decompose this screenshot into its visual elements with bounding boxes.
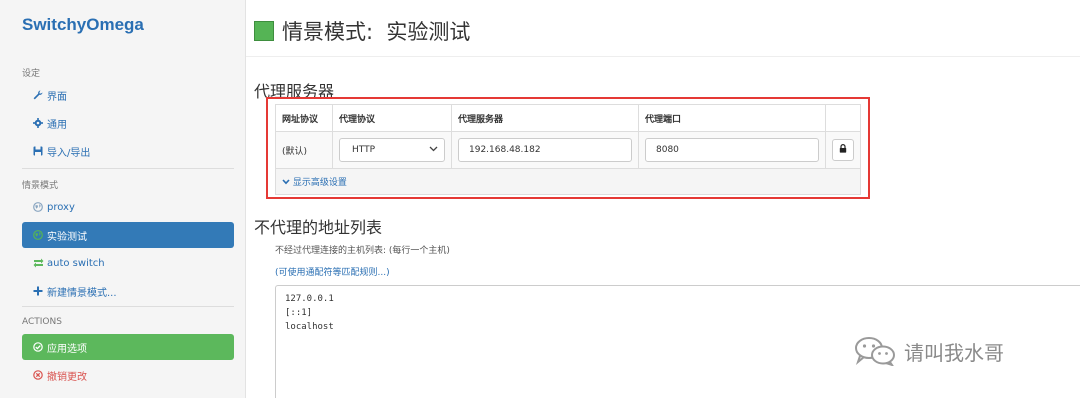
chevron-down-icon (282, 178, 293, 188)
discard-button[interactable]: 撤销更改 (22, 362, 234, 388)
sidebar-item-label: auto switch (47, 257, 105, 269)
divider (22, 306, 234, 307)
proxy-port-input[interactable]: 8080 (645, 138, 819, 162)
new-profile-label: 新建情景模式... (47, 287, 117, 299)
sidebar-item-general[interactable]: 通用 (22, 110, 234, 136)
lock-icon (839, 144, 847, 156)
bypass-help-text: 不经过代理连接的主机列表: (每行一个主机) (275, 246, 450, 256)
globe-icon (32, 229, 44, 241)
table-row: (默认) HTTP 192.168.48.182 8080 (275, 131, 861, 169)
sidebar: SwitchyOmega 设定 界面 通用 导入/导出 情景模式 proxy 实… (0, 0, 246, 398)
sidebar-item-label: 实验测试 (47, 231, 87, 243)
gear-icon (32, 117, 44, 129)
column-header: 网址协议 (275, 104, 333, 132)
sidebar-item-label: proxy (47, 201, 75, 213)
profiles-header: 情景模式 (22, 181, 59, 191)
globe-icon (32, 201, 44, 213)
table-header-row: 网址协议 代理协议 代理服务器 代理端口 (275, 104, 861, 132)
page-header: 情景模式: 实验测试 (254, 16, 470, 46)
bypass-section-title: 不代理的地址列表 (254, 218, 383, 237)
wildcard-rules-link[interactable]: (可使用通配符等匹配规则...) (275, 265, 390, 278)
sidebar-item-interface[interactable]: 界面 (22, 82, 234, 108)
wechat-logo-icon (854, 336, 896, 367)
advanced-cell: 显示高级设置 (275, 168, 861, 195)
sidebar-item-label: 导入/导出 (47, 147, 91, 159)
auth-lock-button[interactable] (832, 139, 854, 161)
discard-label: 撤销更改 (47, 371, 87, 383)
profile-color-swatch[interactable] (254, 21, 274, 41)
app-window: SwitchyOmega 设定 界面 通用 导入/导出 情景模式 proxy 实… (0, 0, 1080, 398)
divider (22, 168, 234, 169)
sidebar-item-label: 界面 (47, 91, 67, 103)
chevron-down-icon (429, 145, 438, 155)
cancel-circle-icon (32, 369, 44, 381)
column-header: 代理端口 (638, 104, 826, 132)
server-cell: 192.168.48.182 (451, 131, 639, 169)
column-header-empty (825, 104, 861, 132)
sidebar-item-auto-switch[interactable]: auto switch (22, 250, 234, 276)
proxy-table: 网址协议 代理协议 代理服务器 代理端口 (默认) HTTP 192.168.4… (275, 104, 861, 195)
show-advanced-link[interactable]: 显示高级设置 (282, 178, 347, 188)
auth-cell (825, 131, 861, 169)
settings-header: 设定 (22, 69, 41, 79)
save-icon (32, 145, 44, 157)
brand-title[interactable]: SwitchyOmega (22, 15, 144, 35)
sidebar-item-import-export[interactable]: 导入/导出 (22, 138, 234, 164)
divider (246, 56, 1080, 57)
column-header: 代理服务器 (451, 104, 639, 132)
actions-header: ACTIONS (22, 317, 62, 327)
sidebar-item-label: 通用 (47, 119, 67, 131)
column-header: 代理协议 (332, 104, 452, 132)
switch-icon (32, 257, 44, 269)
show-advanced-label: 显示高级设置 (292, 178, 347, 188)
advanced-row: 显示高级设置 (275, 168, 861, 195)
sidebar-item-proxy[interactable]: proxy (22, 194, 234, 220)
page-title: 情景模式: 实验测试 (282, 20, 471, 44)
protocol-select[interactable]: HTTP (339, 138, 445, 162)
proxy-server-input[interactable]: 192.168.48.182 (458, 138, 632, 162)
sidebar-item-experiment[interactable]: 实验测试 (22, 222, 234, 248)
new-profile-button[interactable]: 新建情景模式... (22, 278, 234, 304)
wrench-icon (32, 89, 44, 101)
apply-button[interactable]: 应用选项 (22, 334, 234, 360)
watermark: 请叫我水哥 (854, 336, 1004, 367)
check-circle-icon (32, 341, 44, 353)
plus-icon (32, 285, 44, 297)
apply-label: 应用选项 (47, 343, 87, 355)
port-cell: 8080 (638, 131, 826, 169)
main-panel: 情景模式: 实验测试 代理服务器 网址协议 代理协议 代理服务器 代理端口 (默… (246, 0, 1080, 398)
protocol-value: HTTP (352, 145, 376, 155)
protocol-cell: HTTP (332, 131, 452, 169)
scheme-cell: (默认) (275, 131, 333, 169)
watermark-text: 请叫我水哥 (904, 340, 1004, 365)
